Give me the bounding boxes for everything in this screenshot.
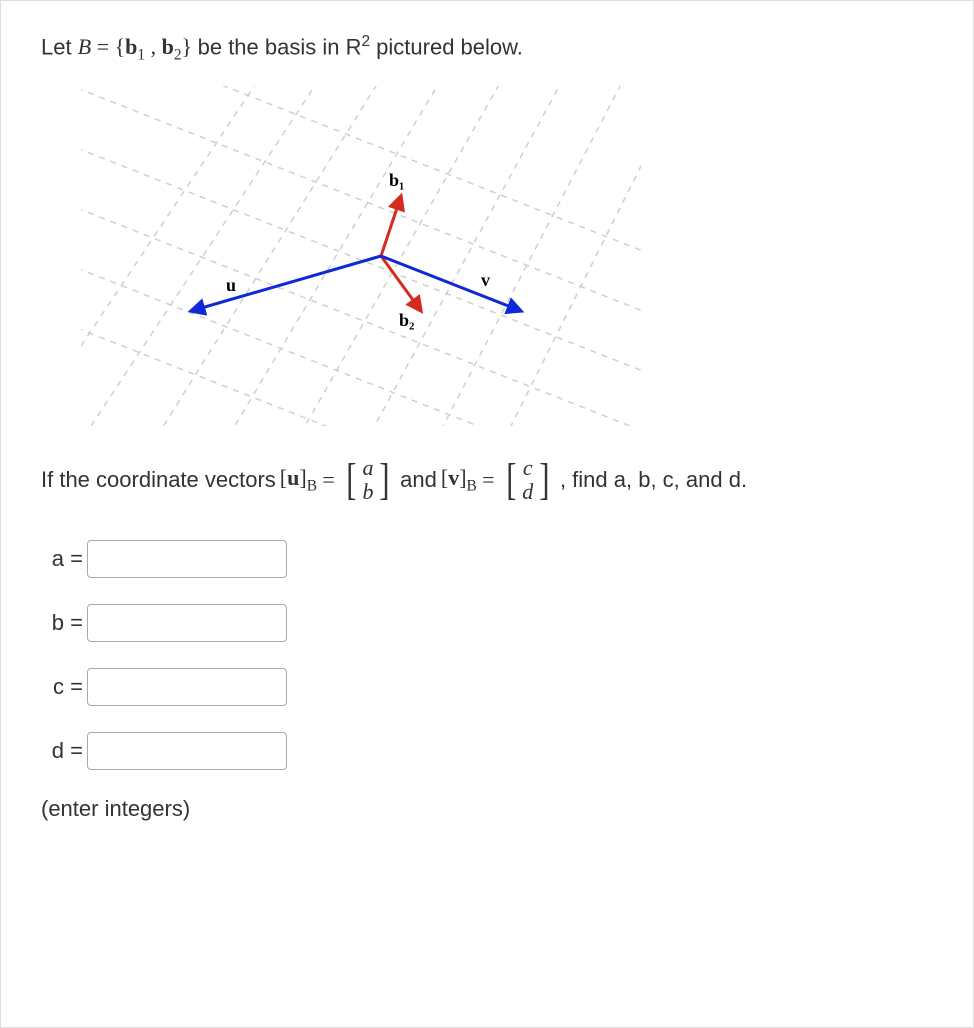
- question-text: If the coordinate vectors [u]B = [ a b ]…: [41, 456, 933, 504]
- v-coord-symbol: [v]B: [441, 463, 477, 497]
- label-a: a =: [41, 546, 87, 572]
- vector-b1: [381, 196, 401, 256]
- label-b: b =: [41, 610, 87, 636]
- basis-diagram: b₁ b₂ u v: [81, 86, 641, 426]
- mat2-top: c: [523, 456, 533, 480]
- answer-row-d: d =: [41, 732, 933, 770]
- vb-sub: B: [467, 478, 477, 495]
- lattice-grid: [81, 86, 641, 426]
- intro-text: Let B = {b1 , b2} be the basis in R2 pic…: [41, 31, 933, 66]
- mat2-bot: d: [522, 480, 533, 504]
- input-d[interactable]: [87, 732, 287, 770]
- ub-sub: B: [307, 478, 317, 495]
- b2-sub: 2: [174, 47, 182, 64]
- basis-symbol: B: [78, 34, 91, 59]
- label-b2: b₂: [399, 310, 414, 330]
- b1-sub: 1: [137, 47, 145, 64]
- label-c: c =: [41, 674, 87, 700]
- hint-text: (enter integers): [41, 796, 933, 822]
- intro-suffix: be the basis in R: [198, 34, 362, 59]
- vb-v: v: [448, 465, 459, 490]
- label-u: u: [226, 275, 236, 295]
- input-b[interactable]: [87, 604, 287, 642]
- answer-row-b: b =: [41, 604, 933, 642]
- set-comma: ,: [145, 34, 162, 59]
- matrix-cd: [ c d ]: [504, 456, 552, 504]
- input-c[interactable]: [87, 668, 287, 706]
- basis-def: B = {b1 , b2}: [78, 34, 198, 59]
- label-v: v: [481, 270, 490, 290]
- q-prefix: If the coordinate vectors: [41, 465, 276, 496]
- r-sup: 2: [361, 33, 370, 50]
- q-tail: , find a, b, c, and d.: [560, 465, 747, 496]
- vb-close: ]: [459, 465, 466, 490]
- intro-prefix: Let: [41, 34, 78, 59]
- ub-u: u: [287, 465, 299, 490]
- ub-close: ]: [299, 465, 306, 490]
- eq2: =: [481, 465, 496, 496]
- b2-symbol: b: [162, 34, 174, 59]
- mat1-top: a: [362, 456, 373, 480]
- eq1: =: [321, 465, 336, 496]
- u-coord-symbol: [u]B: [280, 463, 317, 497]
- label-b1: b₁: [389, 170, 404, 190]
- matrix-ab: [ a b ]: [344, 456, 392, 504]
- lbrace: {: [115, 34, 126, 59]
- input-a[interactable]: [87, 540, 287, 578]
- vector-u: [191, 256, 381, 311]
- b1-symbol: b: [125, 34, 137, 59]
- answer-row-a: a =: [41, 540, 933, 578]
- intro-tail: pictured below.: [370, 34, 523, 59]
- problem-page: Let B = {b1 , b2} be the basis in R2 pic…: [0, 0, 974, 1028]
- answer-row-c: c =: [41, 668, 933, 706]
- q-mid: and: [400, 465, 437, 496]
- rbrace: }: [182, 34, 193, 59]
- mat1-bot: b: [362, 480, 373, 504]
- label-d: d =: [41, 738, 87, 764]
- equals-sign: =: [91, 34, 114, 59]
